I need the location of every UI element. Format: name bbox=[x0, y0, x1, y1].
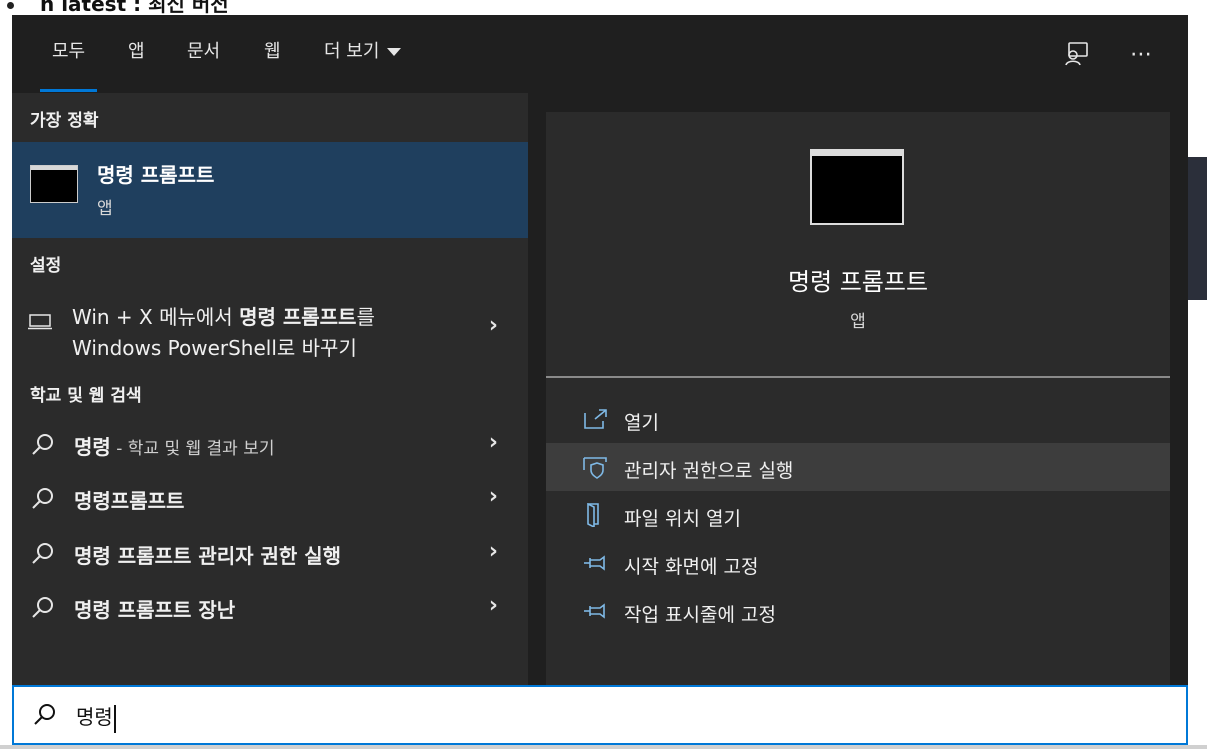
search-icon bbox=[32, 488, 53, 509]
action-open-file-location[interactable]: 파일 위치 열기 bbox=[546, 491, 1170, 539]
web-result-item[interactable]: 명령 프롬프트 장난 › bbox=[12, 583, 528, 633]
shield-icon bbox=[583, 457, 607, 479]
preview-pane: 명령 프롬프트 앱 열기 관리자 권한으로 실행 파일 위치 열기 시작 화면에… bbox=[546, 112, 1170, 685]
search-tabs-bar: 모두 앱 문서 웹 더 보기 ⋯ bbox=[12, 15, 1188, 93]
action-run-as-admin-label: 관리자 권한으로 실행 bbox=[624, 460, 794, 482]
tab-more-label: 더 보기 bbox=[324, 41, 380, 62]
chevron-right-icon: › bbox=[488, 430, 498, 455]
action-open-file-location-label: 파일 위치 열기 bbox=[624, 508, 741, 530]
web-search-heading: 학교 및 웹 검색 bbox=[30, 386, 142, 406]
more-options-button[interactable]: ⋯ bbox=[1124, 37, 1158, 71]
background-taskbar-strip bbox=[0, 745, 1207, 749]
more-icon: ⋯ bbox=[1130, 41, 1152, 67]
preview-app-subtitle: 앱 bbox=[850, 312, 866, 332]
settings-item-line2: Windows PowerShell로 바꾸기 bbox=[72, 336, 357, 360]
web-result-query: 명령 프롬프트 장난 bbox=[74, 598, 236, 622]
web-result-text: 명령 프롬프트 관리자 권한 실행 bbox=[74, 540, 341, 569]
web-result-query: 명령 bbox=[74, 435, 111, 459]
action-pin-to-taskbar-label: 작업 표시줄에 고정 bbox=[624, 604, 776, 626]
chevron-right-icon: › bbox=[488, 593, 498, 618]
action-pin-to-start-label: 시작 화면에 고정 bbox=[624, 556, 759, 578]
chevron-right-icon: › bbox=[488, 539, 498, 564]
file-location-icon bbox=[587, 503, 599, 527]
settings-result-item[interactable]: Win + X 메뉴에서 명령 프롬프트를 Windows PowerShell… bbox=[12, 298, 528, 360]
search-icon bbox=[32, 543, 53, 564]
web-result-text: 명령 - 학교 및 웹 결과 보기 bbox=[74, 431, 275, 460]
web-result-query: 명령프롬프트 bbox=[74, 489, 185, 513]
open-icon bbox=[584, 409, 607, 429]
search-input-value: 명령 bbox=[76, 705, 113, 729]
search-input[interactable]: 명령 bbox=[76, 701, 116, 733]
tab-more[interactable]: 더 보기 bbox=[324, 37, 402, 71]
search-box[interactable]: 명령 bbox=[12, 685, 1188, 745]
feedback-icon bbox=[1065, 42, 1088, 66]
settings-heading: 설정 bbox=[30, 256, 62, 276]
search-icon bbox=[32, 434, 53, 455]
command-prompt-large-icon bbox=[810, 149, 904, 225]
chevron-down-icon bbox=[387, 48, 402, 56]
action-pin-to-start[interactable]: 시작 화면에 고정 bbox=[546, 539, 1170, 587]
command-prompt-icon bbox=[30, 165, 78, 203]
web-result-text: 명령프롬프트 bbox=[74, 485, 184, 514]
web-result-text: 명령 프롬프트 장난 bbox=[74, 594, 235, 623]
results-list: 가장 정확 명령 프롬프트 앱 설정 Win + X 메뉴에서 명령 프롬프트를… bbox=[12, 93, 528, 685]
preview-divider bbox=[546, 376, 1170, 378]
search-icon bbox=[34, 704, 55, 725]
tab-web[interactable]: 웹 bbox=[264, 37, 281, 71]
chevron-right-icon: › bbox=[488, 484, 498, 509]
web-result-item[interactable]: 명령프롬프트 › bbox=[12, 474, 528, 524]
best-match-heading: 가장 정확 bbox=[30, 111, 99, 131]
chevron-right-icon: › bbox=[488, 313, 498, 338]
settings-item-line1: Win + X 메뉴에서 명령 프롬프트를 bbox=[72, 301, 375, 330]
web-result-hint: - 학교 및 웹 결과 보기 bbox=[110, 439, 275, 459]
pin-icon bbox=[584, 603, 605, 619]
best-match-item[interactable]: 명령 프롬프트 앱 bbox=[12, 142, 528, 238]
best-match-title: 명령 프롬프트 bbox=[97, 163, 215, 187]
tab-all[interactable]: 모두 bbox=[39, 37, 98, 92]
settings-item-line1-bold: 명령 프롬프트 bbox=[239, 305, 357, 329]
web-result-item[interactable]: 명령 프롬프트 관리자 권한 실행 › bbox=[12, 529, 528, 579]
laptop-icon bbox=[28, 314, 52, 330]
settings-item-line1-text: Win + X 메뉴에서 bbox=[72, 305, 240, 329]
feedback-button[interactable] bbox=[1059, 37, 1093, 71]
search-panel: 모두 앱 문서 웹 더 보기 ⋯ 가장 정확 명령 프롬프트 앱 설정 Win … bbox=[12, 15, 1188, 745]
background-bullet bbox=[7, 2, 14, 9]
text-cursor bbox=[113, 704, 116, 733]
tab-documents[interactable]: 문서 bbox=[187, 37, 220, 71]
background-dark-block bbox=[1188, 157, 1207, 300]
action-open-label: 열기 bbox=[624, 412, 659, 434]
web-result-query: 명령 프롬프트 관리자 권한 실행 bbox=[74, 544, 342, 568]
tab-apps[interactable]: 앱 bbox=[128, 37, 145, 71]
action-pin-to-taskbar[interactable]: 작업 표시줄에 고정 bbox=[546, 587, 1170, 635]
pin-icon bbox=[584, 555, 605, 571]
preview-app-title: 명령 프롬프트 bbox=[787, 268, 929, 296]
search-icon bbox=[32, 597, 53, 618]
action-open[interactable]: 열기 bbox=[546, 395, 1170, 443]
web-result-item[interactable]: 명령 - 학교 및 웹 결과 보기 › bbox=[12, 420, 528, 470]
action-run-as-admin[interactable]: 관리자 권한으로 실행 bbox=[546, 443, 1170, 491]
best-match-subtitle: 앱 bbox=[97, 199, 113, 219]
settings-item-line1-tail: 를 bbox=[356, 305, 375, 329]
